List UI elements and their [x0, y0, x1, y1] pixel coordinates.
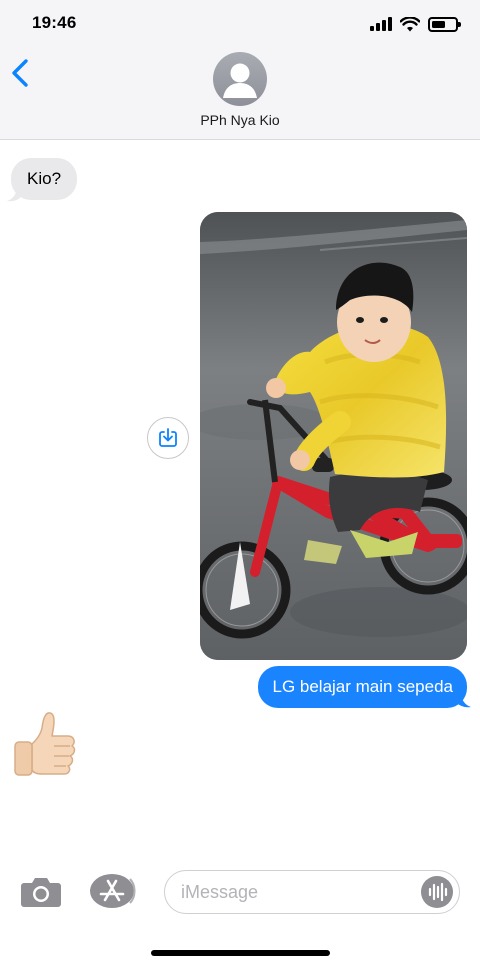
- person-silhouette-icon: [223, 63, 257, 98]
- status-time: 19:46: [32, 13, 77, 32]
- back-button[interactable]: [8, 56, 34, 90]
- message-text: Kio?: [27, 169, 62, 188]
- incoming-emoji-message[interactable]: [12, 710, 78, 778]
- thumbs-up-emoji: [14, 712, 76, 776]
- conversation-header: 19:46 PPh Nya Kio: [0, 0, 480, 140]
- photo-attachment[interactable]: [200, 212, 467, 660]
- contact-avatar[interactable]: [213, 52, 267, 106]
- bubble-tail: [7, 186, 21, 202]
- save-photo-button[interactable]: [147, 417, 189, 459]
- chevron-left-icon: [12, 59, 28, 87]
- home-indicator[interactable]: [151, 950, 330, 956]
- status-icons: [370, 14, 461, 34]
- audio-message-button[interactable]: [421, 876, 453, 908]
- message-input[interactable]: iMessage: [164, 870, 460, 914]
- camera-icon: [21, 878, 61, 907]
- battery-level: [432, 20, 446, 28]
- message-input-placeholder: iMessage: [181, 881, 259, 902]
- wifi-icon: [400, 16, 420, 31]
- camera-button[interactable]: [20, 876, 62, 908]
- bubble-tail: [457, 692, 471, 708]
- cellular-signal-icon: [370, 17, 392, 31]
- child-on-bicycle-photo: [200, 212, 467, 660]
- battery-icon: [428, 16, 461, 32]
- contact-name[interactable]: PPh Nya Kio: [0, 112, 480, 128]
- app-store-icon: [90, 874, 136, 908]
- outgoing-message-bubble[interactable]: LG belajar main sepeda: [258, 666, 467, 708]
- audio-waveform-icon: [428, 882, 448, 902]
- message-text: LG belajar main sepeda: [272, 677, 453, 696]
- download-save-icon: [159, 428, 177, 447]
- apps-button[interactable]: [90, 873, 136, 909]
